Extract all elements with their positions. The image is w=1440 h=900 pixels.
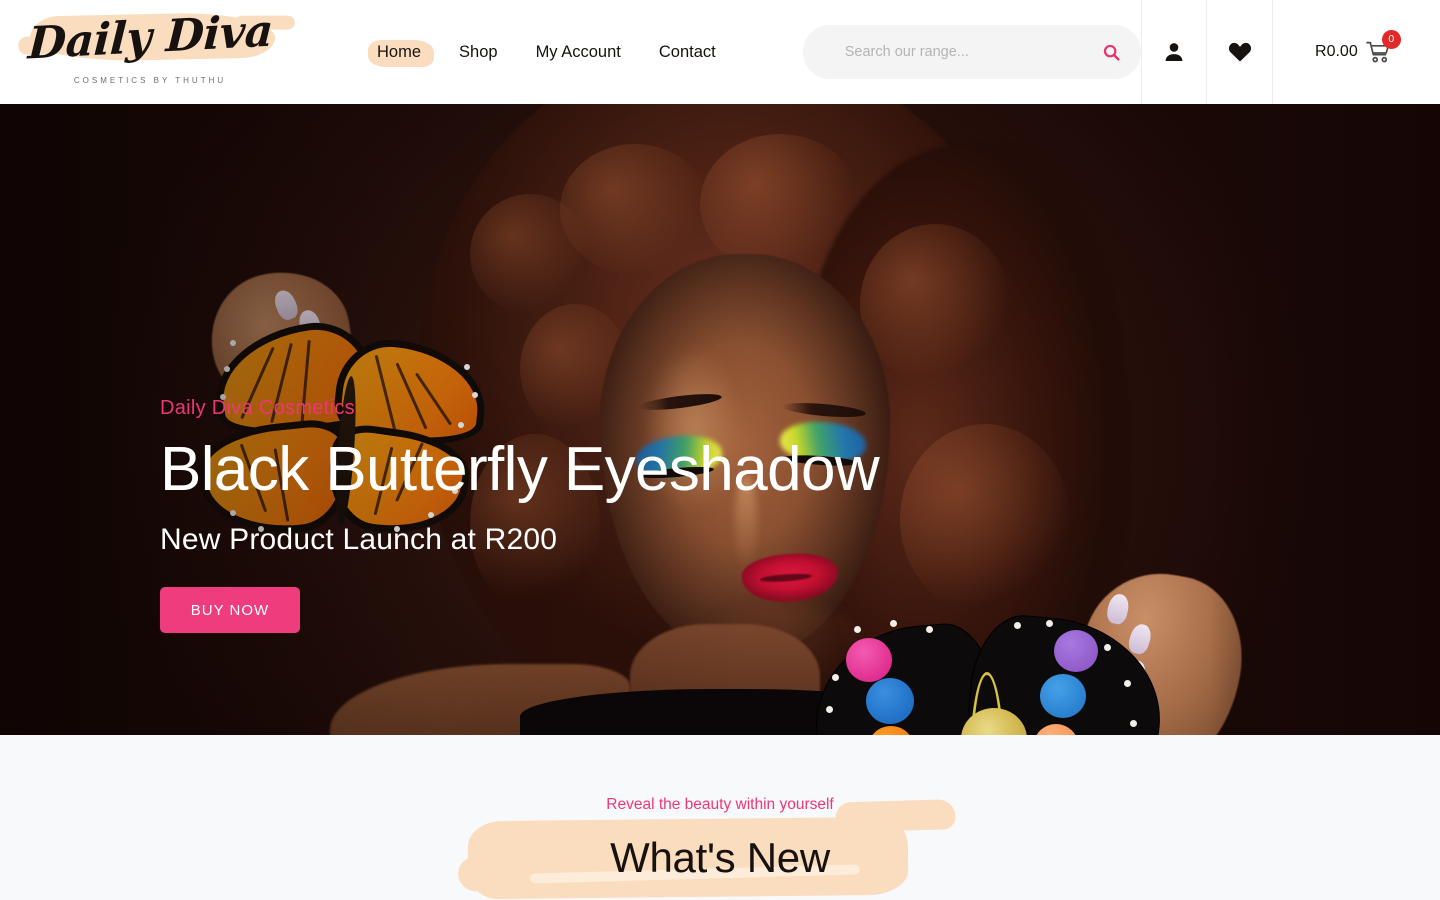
- user-icon: [1165, 43, 1183, 61]
- main-navigation: Home Shop My Account Contact: [300, 0, 735, 104]
- hero-banner: Daily Diva Cosmetics Black Butterfly Eye…: [0, 104, 1440, 735]
- cart-amount: R0.00: [1315, 43, 1358, 60]
- site-header: Daily Diva COSMETICS BY THUTHU Home Shop…: [0, 0, 1440, 104]
- whats-new-heading-group: Reveal the beauty within yourself What's…: [467, 796, 970, 900]
- nav-item-home[interactable]: Home: [358, 38, 440, 68]
- account-button[interactable]: [1140, 0, 1207, 104]
- whats-new-section: Reveal the beauty within yourself What's…: [0, 735, 1440, 900]
- nav-item-label: My Account: [535, 42, 621, 61]
- logo-tagline: COSMETICS BY THUTHU: [73, 75, 227, 85]
- nav-item-shop[interactable]: Shop: [440, 38, 517, 67]
- hero-subtitle: New Product Launch at R200: [160, 523, 558, 557]
- buy-now-button[interactable]: BUY NOW: [160, 587, 300, 634]
- logo-wordmark: Daily Diva: [26, 4, 274, 70]
- hero-title: Black Butterfly Eyeshadow: [160, 435, 880, 504]
- search-submit-button[interactable]: [1101, 41, 1123, 63]
- wishlist-button[interactable]: [1206, 0, 1272, 104]
- heart-icon: [1228, 42, 1251, 62]
- search-box[interactable]: [802, 25, 1141, 79]
- hero-content: Daily Diva Cosmetics Black Butterfly Eye…: [160, 396, 880, 634]
- nav-item-label: Contact: [658, 42, 716, 61]
- cart-icon-wrap: 0: [1365, 30, 1401, 63]
- cart-button[interactable]: R0.00 0: [1271, 0, 1440, 104]
- search-icon: [1104, 44, 1120, 61]
- search-input[interactable]: [802, 44, 1141, 60]
- nav-item-contact[interactable]: Contact: [640, 38, 735, 67]
- whats-new-title: What's New: [610, 833, 830, 881]
- whats-new-eyebrow: Reveal the beauty within yourself: [606, 796, 834, 813]
- hero-eyebrow: Daily Diva Cosmetics: [160, 397, 355, 419]
- site-logo[interactable]: Daily Diva COSMETICS BY THUTHU: [0, 0, 300, 104]
- nav-item-label: Shop: [459, 42, 498, 61]
- nav-item-label: Home: [377, 42, 422, 61]
- search-area: [735, 0, 1141, 104]
- nav-item-my-account[interactable]: My Account: [517, 38, 640, 67]
- cart-count-badge: 0: [1381, 30, 1401, 49]
